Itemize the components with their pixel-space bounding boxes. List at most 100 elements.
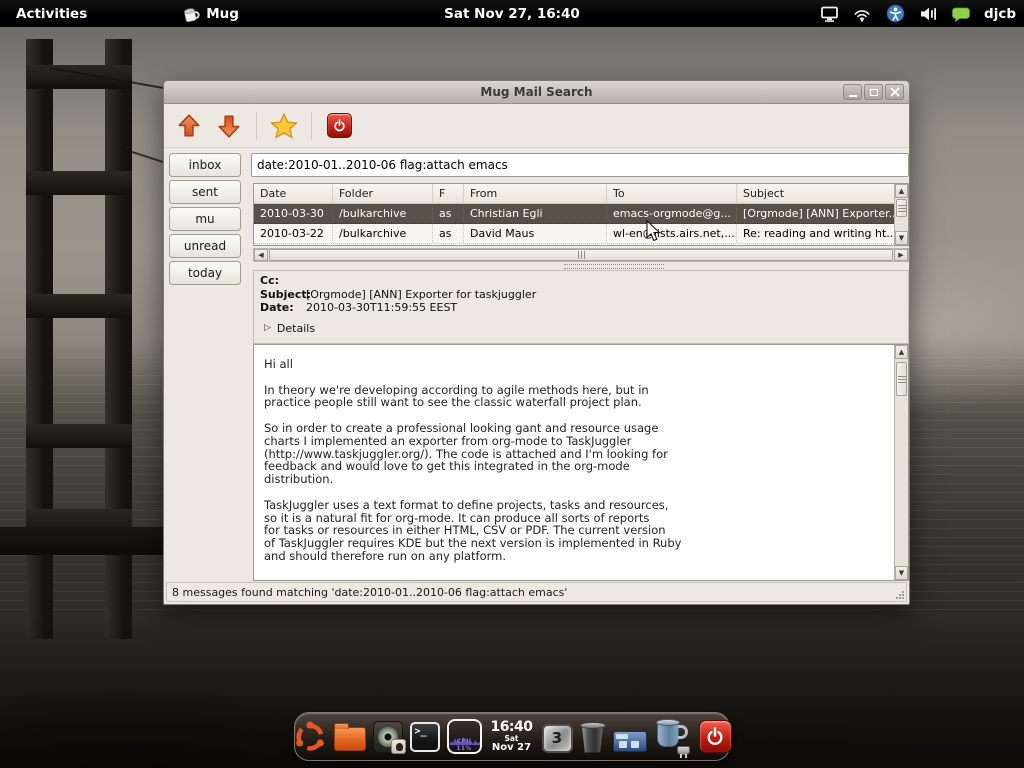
column-header-from[interactable]: From [464,184,607,203]
maximize-button[interactable] [864,84,883,100]
shutdown-button[interactable] [699,715,732,759]
calendar-applet[interactable]: 3 [542,715,573,759]
sidebar-item-inbox[interactable]: inbox [169,153,241,177]
search-input[interactable] [251,153,909,177]
backup-jug-icon [654,718,692,756]
star-icon [269,111,299,141]
app-menu-label: Mug [206,6,239,22]
sidebar-item-today[interactable]: today [169,261,241,285]
message-body-scrollbar[interactable]: ▲ ▼ [894,345,908,580]
scroll-left-icon[interactable]: ◀ [254,249,268,261]
mug-app-icon [181,4,201,24]
media-burner-launcher[interactable] [373,715,403,759]
message-row[interactable]: 2010-03-22 /bulkarchive as David Maus wl… [254,224,894,244]
activities-button[interactable]: Activities [0,6,103,22]
scroll-right-icon[interactable]: ▶ [894,249,908,261]
cell-flags: as [433,204,464,223]
cell-folder: /bulkarchive [333,204,433,223]
sidebar-item-sent[interactable]: sent [169,180,241,204]
sidebar-item-mu[interactable]: mu [169,207,241,231]
scroll-up-icon[interactable]: ▲ [895,345,908,359]
minimize-icon [849,95,857,97]
sidebar-item-unread[interactable]: unread [169,234,241,258]
user-menu[interactable]: djcb [984,6,1016,22]
mug-mail-search-window: Mug Mail Search [163,80,910,605]
sidebar-label: inbox [189,158,222,172]
scroll-up-icon[interactable]: ▲ [895,184,908,198]
column-header-date[interactable]: Date [254,184,333,203]
date-value: 2010-03-30T11:59:55 EEST [306,301,457,315]
workspace-switcher-icon [613,731,647,752]
terminal-icon: >_ [410,722,440,752]
scroll-down-icon[interactable]: ▼ [895,231,908,245]
sidebar-label: mu [195,212,214,226]
message-row-selected[interactable]: 2010-03-30 /bulkarchive as Christian Egl… [254,204,894,224]
volume-icon[interactable] [918,4,938,24]
details-label: Details [277,322,315,335]
power-icon [327,113,352,138]
minimize-button[interactable] [843,84,862,100]
dock-clock-date: Nov 27 [492,743,531,753]
cpu-label: CPU 11% [449,738,480,752]
display-icon[interactable] [819,4,839,24]
backup-utility-launcher[interactable] [654,715,692,759]
column-header-folder[interactable]: Folder [333,184,433,203]
trash-icon [580,722,606,754]
pane-splitter-handle[interactable] [564,264,664,269]
mouse-cursor [646,220,661,246]
flag-message-button[interactable] [267,109,301,143]
desktop: Activities Mug Sat Nov 27, 16:40 [0,0,1024,768]
cpu-monitor-applet[interactable]: CPU 11% [447,715,482,759]
cell-from: David Maus [464,224,607,243]
calendar-icon: 3 [542,724,573,753]
cell-flags: as [433,224,464,243]
message-list-scrollbar[interactable]: ▲ ▼ [894,184,908,245]
panel-clock[interactable]: Sat Nov 27, 16:40 [444,6,580,22]
message-body-text: Hi all In theory we're developing accord… [254,345,894,580]
wifi-icon[interactable] [852,4,872,24]
column-header-to[interactable]: To [607,184,737,203]
window-titlebar[interactable]: Mug Mail Search [164,81,909,104]
app-menu[interactable]: Mug [181,4,239,24]
previous-message-button[interactable] [172,109,206,143]
next-message-button[interactable] [212,109,246,143]
accessibility-icon[interactable] [885,4,905,24]
cell-date: 2010-03-30 [254,204,333,223]
details-expander[interactable]: ▷ Details [264,322,908,335]
horizontal-scrollbar[interactable]: ◀ ▶ [253,248,909,262]
top-panel: Activities Mug Sat Nov 27, 16:40 [0,0,1024,27]
workspace-switcher[interactable] [613,715,647,759]
scrollbar-thumb[interactable] [269,249,893,261]
file-manager-launcher[interactable] [334,715,366,759]
column-header-subject[interactable]: Subject [737,184,894,203]
clock-applet[interactable]: 16:40 Sat Nov 27 [489,715,535,759]
column-header-flags[interactable]: F [433,184,464,203]
maximize-icon [870,89,878,96]
cell-to: wl-en@lists.airs.net,... [607,224,737,243]
toolbar-separator [256,112,257,140]
sidebar-label: sent [192,185,218,199]
close-button[interactable] [885,84,904,100]
scroll-down-icon[interactable]: ▼ [895,566,908,580]
ubuntu-launcher[interactable] [293,715,327,759]
sidebar-label: today [188,266,222,280]
resize-grip[interactable] [895,590,905,600]
cell-subject: [Orgmode] [ANN] Exporter.. [737,204,894,223]
terminal-launcher[interactable]: >_ [410,715,440,759]
message-headers-pane: Cc: Subject: [Orgmode] [ANN] Exporter fo… [253,270,909,344]
message-body-pane: Hi all In theory we're developing accord… [253,344,909,581]
scrollbar-thumb[interactable] [896,362,907,396]
date-label: Date: [260,301,306,315]
cell-from: Christian Egli [464,204,607,223]
scrollbar-thumb[interactable] [896,199,907,217]
sidebar-label: unread [184,239,226,253]
cc-label: Cc: [260,274,306,288]
message-list: Date Folder F From To Subject 2010-03-30… [253,183,909,246]
arrow-up-icon [176,113,202,139]
chat-icon[interactable] [951,4,971,24]
quit-button[interactable] [322,109,356,143]
status-bar: 8 messages found matching 'date:2010-01.… [166,582,907,602]
cell-date: 2010-03-22 [254,224,333,243]
trash-launcher[interactable] [580,715,606,759]
cell-subject: Re: reading and writing ht.. [737,224,894,243]
